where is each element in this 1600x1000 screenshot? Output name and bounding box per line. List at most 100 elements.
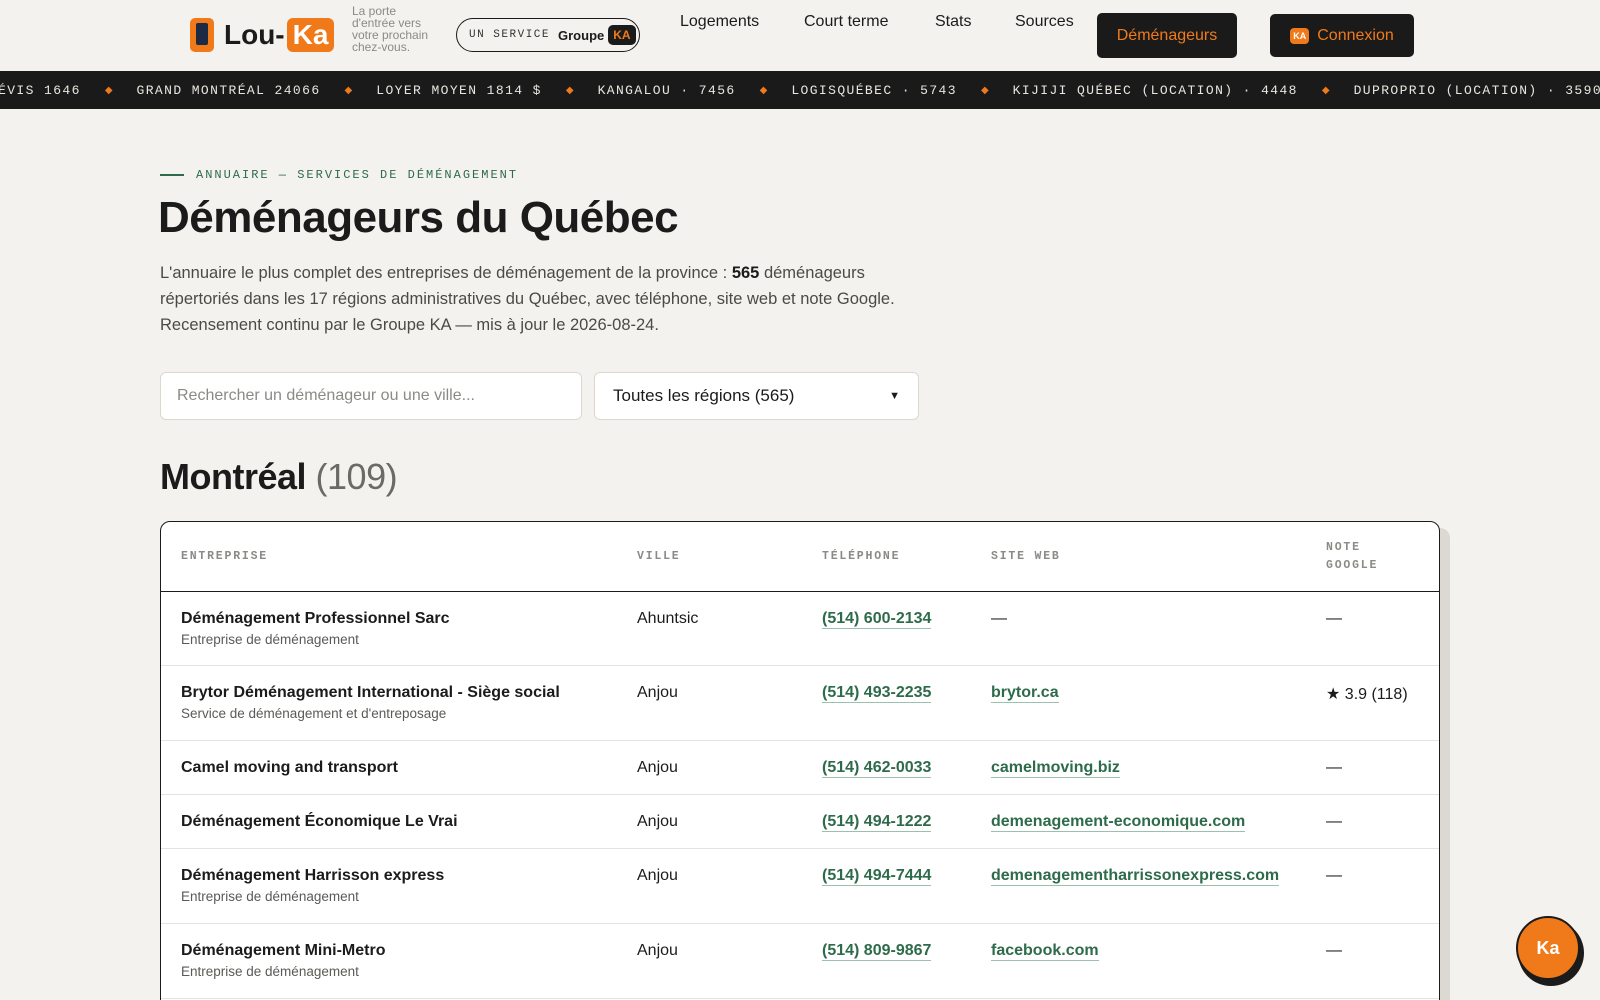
region-select-value: Toutes les régions (565) — [613, 386, 795, 405]
ticker-item: KIJIJI QUÉBEC (LOCATION) · 4448 — [1012, 82, 1298, 98]
table-row[interactable]: Déménagement Économique Le Vrai Anjou (5… — [161, 795, 1439, 849]
ticker-separator-icon: ◆ — [980, 84, 989, 96]
ticker-item: KANGALOU · 7456 — [597, 82, 736, 98]
city-cell: Anjou — [637, 813, 678, 830]
intro-text-a: L'annuaire le plus complet des entrepris… — [160, 264, 732, 282]
rating-cell: — — [1326, 813, 1342, 830]
city-cell: Anjou — [637, 942, 678, 959]
website-link[interactable]: demenagementharrissonexpress.com — [991, 867, 1280, 886]
phone-cell: (514) 494-1222 — [822, 813, 932, 832]
service-pill[interactable]: UN SERVICE Groupe KA — [456, 18, 640, 52]
phone-link[interactable]: (514) 462-0033 — [822, 759, 932, 778]
ticker-separator-icon: ◆ — [344, 84, 353, 96]
city-cell: Anjou — [637, 684, 678, 701]
rating-cell: — — [1326, 942, 1342, 959]
company-name: Déménagement Professionnel Sarc — [181, 610, 450, 627]
ticker-separator-icon: ◆ — [104, 84, 113, 96]
movers-table: ENTREPRISE VILLE TÉLÉPHONE SITE WEB NOTE… — [160, 521, 1440, 1000]
stats-ticker: ÉVIS 1646 ◆ GRAND MONTRÉAL 24066 ◆ LOYER… — [0, 71, 1600, 109]
column-header-city[interactable]: VILLE — [637, 548, 681, 566]
phone-cell: (514) 809-9867 — [822, 942, 932, 961]
city-cell: Ahuntsic — [637, 610, 699, 627]
column-header-phone[interactable]: TÉLÉPHONE — [822, 548, 900, 566]
website-link[interactable]: demenagement-economique.com — [991, 813, 1246, 832]
table-row[interactable]: Déménagement Mini-Metro Entreprise de dé… — [161, 924, 1439, 999]
nav-link-sources[interactable]: Sources — [1015, 13, 1074, 31]
company-name: Brytor Déménagement International - Sièg… — [181, 684, 560, 701]
nav-link-stats[interactable]: Stats — [935, 13, 971, 31]
ticker-track: ÉVIS 1646 ◆ GRAND MONTRÉAL 24066 ◆ LOYER… — [0, 71, 1600, 109]
table-row[interactable]: Camel moving and transport Anjou (514) 4… — [161, 741, 1439, 795]
company-category: Entreprise de déménagement — [181, 889, 359, 904]
page-eyebrow: ANNUAIRE — SERVICES DE DÉMÉNAGEMENT — [160, 168, 518, 182]
brand-name: Lou- Ka — [224, 18, 335, 52]
service-pill-badge: KA — [608, 25, 636, 45]
nav-link-logements[interactable]: Logements — [680, 13, 759, 31]
company-cell: Déménagement Harrisson express Entrepris… — [181, 867, 444, 904]
service-pill-groupe: Groupe — [558, 27, 605, 43]
phone-link[interactable]: (514) 494-1222 — [822, 813, 932, 832]
phone-link[interactable]: (514) 494-7444 — [822, 867, 932, 886]
phone-link[interactable]: (514) 809-9867 — [822, 942, 932, 961]
phone-door-icon — [190, 18, 214, 52]
website-cell: — — [991, 610, 1007, 627]
rating-cell: — — [1326, 867, 1342, 884]
ticker-item: ÉVIS 1646 — [0, 82, 81, 98]
column-header-rating-line1: NOTE — [1326, 541, 1361, 554]
company-cell: Camel moving and transport — [181, 759, 398, 777]
intro-count: 565 — [731, 264, 760, 282]
company-cell: Brytor Déménagement International - Sièg… — [181, 684, 560, 721]
city-cell: Anjou — [637, 867, 678, 884]
phone-cell: (514) 600-2134 — [822, 610, 932, 629]
column-header-rating-line2: GOOGLE — [1326, 559, 1379, 572]
website-cell: brytor.ca — [991, 684, 1059, 703]
page-intro: L'annuaire le plus complet des entrepris… — [160, 260, 920, 338]
brand-name-prefix: Lou- — [224, 19, 285, 50]
ticker-separator-icon: ◆ — [759, 84, 768, 96]
company-cell: Déménagement Professionnel Sarc Entrepri… — [181, 610, 450, 647]
company-name: Déménagement Économique Le Vrai — [181, 813, 458, 830]
website-cell: camelmoving.biz — [991, 759, 1120, 778]
brand-logo[interactable]: Lou- Ka — [190, 18, 335, 52]
page-title: Déménageurs du Québec — [158, 193, 679, 242]
login-ka-badge: KA — [1290, 27, 1310, 44]
section-title: Montréal (109) — [160, 456, 398, 498]
website-cell: demenagementharrissonexpress.com — [991, 867, 1280, 886]
company-category: Entreprise de déménagement — [181, 632, 359, 647]
website-link[interactable]: camelmoving.biz — [991, 759, 1120, 778]
website-link[interactable]: facebook.com — [991, 942, 1099, 961]
company-category: Service de déménagement et d'entreposage — [181, 706, 447, 721]
column-header-rating[interactable]: NOTE GOOGLE — [1326, 539, 1378, 575]
website-link[interactable]: brytor.ca — [991, 684, 1059, 703]
company-name: Déménagement Mini-Metro — [181, 942, 386, 959]
ticker-item: LOGISQUÉBEC · 5743 — [791, 82, 957, 98]
company-cell: Déménagement Mini-Metro Entreprise de dé… — [181, 942, 385, 979]
brand-name-suffix: Ka — [286, 18, 335, 52]
city-cell: Anjou — [637, 759, 678, 776]
region-select[interactable]: Toutes les régions (565) ▼ — [594, 372, 919, 420]
table-row[interactable]: Déménagement Professionnel Sarc Entrepri… — [161, 592, 1439, 666]
ticker-item: LOYER MOYEN 1814 $ — [376, 82, 542, 98]
service-pill-prefix: UN SERVICE — [469, 29, 551, 41]
phone-cell: (514) 493-2235 — [822, 684, 932, 703]
table-row[interactable]: Brytor Déménagement International - Sièg… — [161, 666, 1439, 741]
company-name: Déménagement Harrisson express — [181, 867, 445, 884]
column-header-company[interactable]: ENTREPRISE — [181, 548, 268, 566]
login-button[interactable]: KA Connexion — [1270, 14, 1414, 57]
phone-link[interactable]: (514) 493-2235 — [822, 684, 932, 703]
website-cell: demenagement-economique.com — [991, 813, 1246, 832]
nav-link-court-terme[interactable]: Court terme — [804, 13, 888, 31]
brand-tagline: La porte d'entrée vers votre prochain ch… — [352, 4, 429, 54]
company-category: Entreprise de déménagement — [181, 964, 359, 979]
site-header: Lou- Ka La porte d'entrée vers votre pro… — [0, 0, 1600, 71]
chat-fab-button[interactable]: Ka — [1516, 916, 1580, 980]
table-row[interactable]: Déménagement Harrisson express Entrepris… — [161, 849, 1439, 924]
website-cell: facebook.com — [991, 942, 1099, 961]
nav-link-demenageurs[interactable]: Déménageurs — [1097, 13, 1237, 58]
chevron-down-icon: ▼ — [889, 390, 900, 402]
phone-link[interactable]: (514) 600-2134 — [822, 610, 932, 629]
column-header-website[interactable]: SITE WEB — [991, 548, 1061, 566]
ticker-item: GRAND MONTRÉAL 24066 — [136, 82, 321, 98]
ticker-item: DUPROPRIO (LOCATION) · 3590 — [1353, 82, 1600, 98]
search-input[interactable] — [160, 372, 582, 420]
